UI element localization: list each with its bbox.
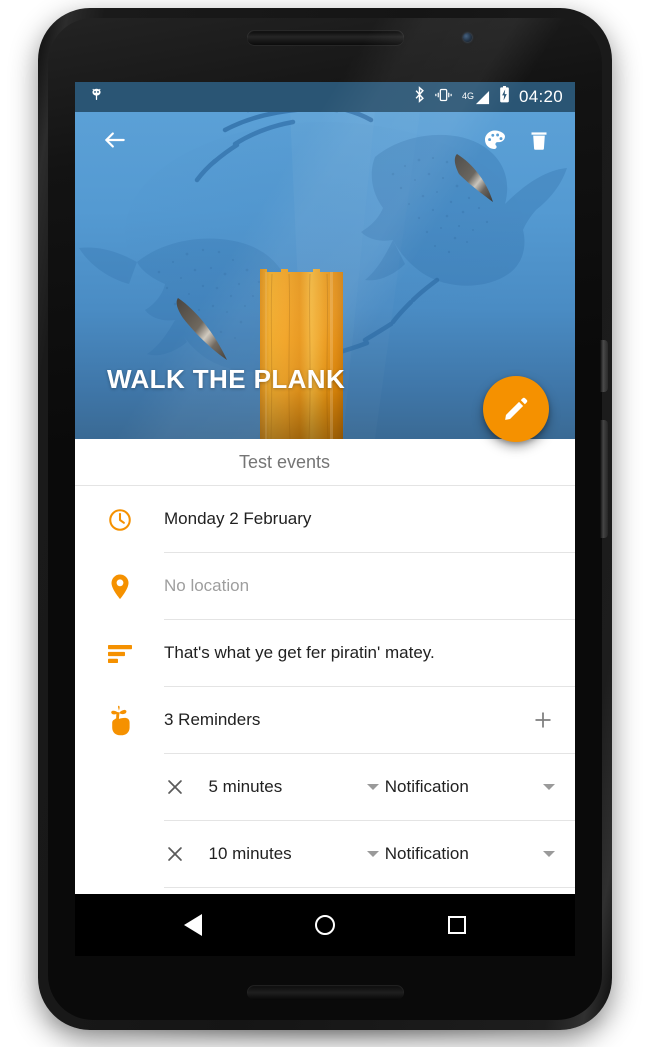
event-location-value: No location <box>164 576 250 595</box>
bottom-speaker <box>247 985 404 1000</box>
reminder-when-dropdown[interactable]: 10 minutes <box>209 844 385 864</box>
reminder-when-value: 5 minutes <box>208 777 283 796</box>
volume-button[interactable] <box>600 420 608 538</box>
add-reminder-button[interactable] <box>525 702 561 738</box>
chevron-down-icon <box>543 784 555 790</box>
remove-reminder-button[interactable] <box>164 776 209 798</box>
event-detail-list: Monday 2 February No location <box>75 439 575 888</box>
recents-square-icon <box>448 916 466 934</box>
event-reminders-count: 3 Reminders <box>164 710 261 729</box>
status-bar-system-icons: 4G 04:20 <box>414 86 563 108</box>
event-date-value: Monday 2 February <box>164 509 312 528</box>
edit-pencil-icon <box>505 397 528 420</box>
plus-icon <box>535 712 551 728</box>
event-reminders-value-container: 3 Reminders <box>164 687 575 754</box>
home-circle-icon <box>315 915 335 935</box>
reminder-when-dropdown[interactable]: 5 minutes <box>209 777 385 797</box>
back-button[interactable] <box>93 118 137 162</box>
network-type-label: 4G <box>461 90 474 101</box>
reminder-kind-dropdown[interactable]: Notification <box>385 777 561 797</box>
chevron-down-icon <box>366 784 379 790</box>
reminder-row[interactable]: 10 minutes Notification <box>164 821 575 888</box>
palette-icon <box>485 130 505 149</box>
description-icon <box>75 620 164 687</box>
nav-back-button[interactable] <box>167 899 219 951</box>
chevron-down-icon <box>366 851 379 857</box>
screenshot-root: 4G 04:20 WALK THE PLANK Test events Mond… <box>0 0 650 1047</box>
event-title-overlay: WALK THE PLANK <box>107 364 346 394</box>
status-bar-clock: 04:20 <box>518 87 563 106</box>
nav-recents-button[interactable] <box>431 899 483 951</box>
earpiece-speaker <box>247 30 404 45</box>
event-title-input[interactable] <box>239 451 559 473</box>
event-date-row[interactable]: Monday 2 February <box>75 486 575 553</box>
status-bar-notifications <box>89 87 104 108</box>
vibrate-icon <box>434 87 453 108</box>
phone-screen: 4G 04:20 WALK THE PLANK Test events Mond… <box>75 82 575 956</box>
event-description-value-container: That's what ye get fer piratin' matey. <box>164 620 575 687</box>
delete-button[interactable] <box>517 118 561 162</box>
chevron-down-icon <box>543 851 555 857</box>
event-reminders-row[interactable]: 3 Reminders <box>75 687 575 754</box>
event-location-value-container: No location <box>164 553 575 620</box>
battery-charging-icon <box>499 86 510 108</box>
event-location-row[interactable]: No location <box>75 553 575 620</box>
android-bug-icon <box>89 87 104 108</box>
front-camera <box>463 33 472 42</box>
reminder-kind-dropdown[interactable]: Notification <box>385 844 561 864</box>
back-arrow-icon <box>105 132 125 148</box>
bluetooth-icon <box>414 86 425 108</box>
reminder-finger-bow-icon <box>75 687 164 754</box>
event-date-value-container: Monday 2 February <box>164 486 575 553</box>
reminder-when-value: 10 minutes <box>208 844 292 863</box>
reminder-kind-value: Notification <box>384 844 469 863</box>
close-icon <box>168 847 182 861</box>
back-triangle-icon <box>184 914 202 936</box>
event-title-row[interactable] <box>75 439 575 486</box>
reminder-kind-value: Notification <box>384 777 469 796</box>
reminder-row[interactable]: 5 minutes Notification <box>164 754 575 821</box>
trash-icon <box>531 132 547 150</box>
location-pin-icon <box>75 553 164 620</box>
app-bar <box>75 112 575 168</box>
android-navigation-bar <box>75 894 575 956</box>
nav-home-button[interactable] <box>299 899 351 951</box>
status-bar: 4G 04:20 <box>75 82 575 112</box>
event-description-row[interactable]: That's what ye get fer piratin' matey. <box>75 620 575 687</box>
signal-4g-icon: 4G <box>462 90 490 105</box>
power-button[interactable] <box>600 340 608 392</box>
close-icon <box>168 780 182 794</box>
clock-icon <box>75 486 164 553</box>
event-description-value: That's what ye get fer piratin' matey. <box>164 643 435 662</box>
remove-reminder-button[interactable] <box>164 843 209 865</box>
edit-fab[interactable] <box>483 376 549 442</box>
palette-button[interactable] <box>473 118 517 162</box>
